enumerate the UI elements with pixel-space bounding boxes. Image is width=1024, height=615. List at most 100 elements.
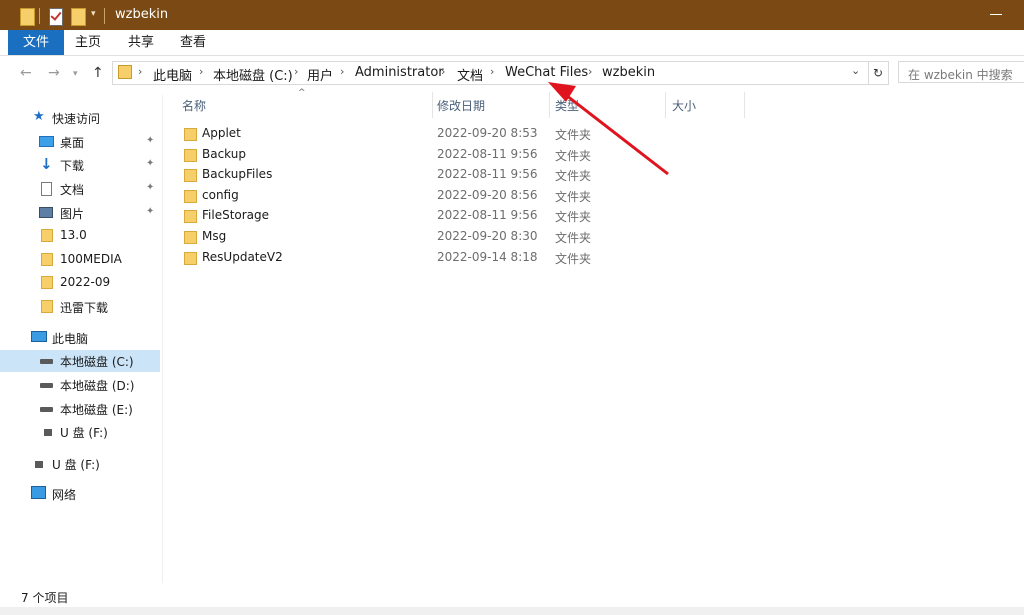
address-history-dropdown-icon[interactable]: ⌄	[851, 64, 860, 77]
breadcrumb-documents[interactable]: 文档	[457, 65, 483, 84]
folder-icon	[20, 8, 35, 26]
desktop-icon	[39, 136, 54, 147]
minimize-button[interactable]	[990, 14, 1002, 15]
sidebar-item-label: 网络	[52, 488, 77, 502]
breadcrumb-wzbekin[interactable]: wzbekin	[602, 65, 655, 80]
file-name: Backup	[202, 147, 246, 161]
sidebar-item-drive-d[interactable]: 本地磁盘 (D:)	[0, 374, 160, 396]
folder-icon	[184, 128, 197, 141]
pin-icon[interactable]: ✦	[146, 182, 154, 193]
sidebar-item-desktop[interactable]: 桌面 ✦	[0, 131, 160, 153]
toolbar-divider	[39, 8, 40, 24]
breadcrumb-administrator[interactable]: Administrator	[355, 65, 444, 80]
drive-icon	[40, 359, 53, 364]
tab-view[interactable]: 查看	[175, 30, 211, 55]
table-row[interactable]: FileStorage 2022-08-11 9:56 文件夹	[176, 206, 736, 226]
chevron-right-icon[interactable]: ›	[294, 65, 298, 78]
column-divider[interactable]	[744, 92, 745, 118]
sidebar-item-usb-root[interactable]: U 盘 (F:)	[0, 453, 160, 475]
properties-icon[interactable]	[49, 8, 63, 26]
document-icon	[41, 182, 52, 196]
breadcrumb-users[interactable]: 用户	[307, 65, 333, 84]
chevron-right-icon[interactable]: ›	[199, 65, 203, 78]
sidebar-item-downloads[interactable]: ↓ 下载 ✦	[0, 154, 160, 176]
pin-icon[interactable]: ✦	[146, 135, 154, 146]
taskbar-edge	[0, 607, 1024, 615]
column-header-type[interactable]: 类型	[550, 95, 665, 117]
sidebar-item-13-0[interactable]: 13.0	[0, 225, 160, 247]
up-button[interactable]: ↑	[92, 65, 104, 81]
breadcrumb-drive-c[interactable]: 本地磁盘 (C:)	[213, 65, 293, 84]
back-button[interactable]: ←	[20, 65, 32, 81]
sidebar-item-label: 此电脑	[52, 332, 89, 346]
usb-drive-icon	[44, 429, 52, 436]
search-placeholder: 在 wzbekin 中搜索	[908, 68, 1013, 82]
chevron-right-icon[interactable]: ›	[138, 65, 142, 78]
sidebar-item-pictures[interactable]: 图片 ✦	[0, 202, 160, 224]
folder-icon	[184, 210, 197, 223]
address-bar[interactable]: › 此电脑 › 本地磁盘 (C:) › 用户 › Administrator ›…	[112, 61, 869, 85]
forward-button[interactable]: →	[48, 65, 60, 81]
computer-icon	[31, 331, 47, 342]
sidebar-item-xunlei-downloads[interactable]: 迅雷下载	[0, 296, 160, 318]
sidebar-item-drive-c[interactable]: 本地磁盘 (C:)	[0, 350, 160, 372]
breadcrumb-this-pc[interactable]: 此电脑	[153, 65, 192, 84]
sidebar-item-label: 13.0	[60, 228, 87, 242]
file-name: Msg	[202, 229, 227, 243]
refresh-button[interactable]: ↻	[868, 61, 889, 85]
pin-icon[interactable]: ✦	[146, 158, 154, 169]
column-header-name[interactable]: 名称	[176, 95, 432, 117]
item-count: 7 个项目	[21, 591, 69, 605]
table-row[interactable]: Backup 2022-08-11 9:56 文件夹	[176, 145, 736, 165]
column-header-label: 修改日期	[437, 99, 486, 113]
file-name: config	[202, 188, 239, 202]
sidebar-item-quick-access[interactable]: ★ 快速访问	[0, 107, 160, 129]
file-date: 2022-09-20 8:56	[437, 188, 538, 202]
table-row[interactable]: ResUpdateV2 2022-09-14 8:18 文件夹	[176, 248, 736, 268]
sidebar-item-label: 本地磁盘 (E:)	[60, 403, 133, 417]
table-row[interactable]: Applet 2022-09-20 8:53 文件夹	[176, 124, 736, 144]
table-row[interactable]: Msg 2022-09-20 8:30 文件夹	[176, 227, 736, 247]
chevron-right-icon[interactable]: ›	[441, 65, 445, 78]
sidebar-item-network[interactable]: 网络	[0, 483, 160, 505]
new-folder-icon[interactable]	[71, 8, 86, 26]
chevron-right-icon[interactable]: ›	[588, 65, 592, 78]
pictures-icon	[39, 207, 53, 218]
file-type: 文件夹	[555, 252, 592, 266]
sidebar-item-label: 图片	[60, 207, 85, 221]
drive-icon	[40, 383, 53, 388]
chevron-right-icon[interactable]: ›	[340, 65, 344, 78]
sidebar-item-usb-f[interactable]: U 盘 (F:)	[0, 421, 160, 443]
sidebar-item-this-pc[interactable]: 此电脑	[0, 327, 160, 349]
table-row[interactable]: BackupFiles 2022-08-11 9:56 文件夹	[176, 165, 736, 185]
sidebar-item-label: 桌面	[60, 136, 85, 150]
pin-icon[interactable]: ✦	[146, 206, 154, 217]
column-header-label: 大小	[672, 99, 697, 113]
sidebar-item-100media[interactable]: 100MEDIA	[0, 249, 160, 271]
folder-icon	[41, 276, 53, 289]
breadcrumb-wechat-files[interactable]: WeChat Files	[505, 65, 588, 80]
file-date: 2022-09-20 8:53	[437, 126, 538, 140]
column-header-date[interactable]: 修改日期	[433, 95, 549, 117]
customize-toolbar-icon[interactable]: ▾	[91, 9, 96, 25]
file-date: 2022-09-14 8:18	[437, 250, 538, 264]
recent-locations-icon[interactable]: ▾	[73, 69, 78, 79]
sidebar-item-drive-e[interactable]: 本地磁盘 (E:)	[0, 398, 160, 420]
tab-home[interactable]: 主页	[70, 30, 106, 55]
column-header-size[interactable]: 大小	[666, 95, 744, 117]
file-type: 文件夹	[555, 190, 592, 204]
search-box[interactable]: 在 wzbekin 中搜索	[898, 61, 1024, 83]
sidebar-item-2022-09[interactable]: 2022-09	[0, 272, 160, 294]
network-icon	[31, 486, 46, 499]
file-date: 2022-08-11 9:56	[437, 167, 538, 181]
folder-icon	[184, 169, 197, 182]
sidebar-item-documents[interactable]: 文档 ✦	[0, 178, 160, 200]
tab-share[interactable]: 共享	[123, 30, 159, 55]
file-name: BackupFiles	[202, 167, 273, 181]
navigation-pane: ★ 快速访问 桌面 ✦ ↓ 下载 ✦ 文档 ✦ 图片 ✦ 13.0 100MED…	[0, 95, 163, 583]
table-row[interactable]: config 2022-09-20 8:56 文件夹	[176, 186, 736, 206]
tab-file[interactable]: 文件	[8, 30, 64, 55]
sidebar-item-label: 本地磁盘 (D:)	[60, 379, 135, 393]
chevron-right-icon[interactable]: ›	[490, 65, 494, 78]
folder-icon	[184, 190, 197, 203]
